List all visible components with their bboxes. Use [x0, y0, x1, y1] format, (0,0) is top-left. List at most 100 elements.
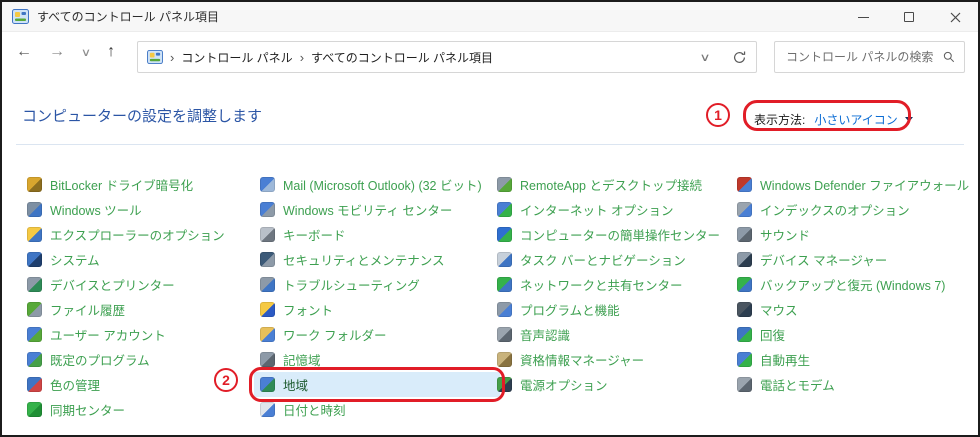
device-manager-icon [737, 252, 752, 267]
close-button[interactable] [932, 2, 978, 32]
item-label: エクスプローラーのオプション [50, 225, 225, 244]
item-label: バックアップと復元 (Windows 7) [760, 275, 945, 294]
items-column-1: BitLocker ドライブ暗号化Windows ツールエクスプローラーのオプシ… [27, 172, 255, 422]
item-label: サウンド [760, 225, 810, 244]
maximize-icon [904, 12, 914, 22]
view-by-control[interactable]: 表示方法: 小さいアイコン [754, 111, 913, 128]
page-title: コンピューターの設定を調整します [22, 105, 262, 126]
refresh-icon[interactable] [732, 50, 747, 65]
control-panel-item-default-programs[interactable]: 既定のプログラム [27, 347, 255, 372]
address-bar[interactable]: › コントロール パネル › すべてのコントロール パネル項目 ∨ [137, 41, 757, 73]
control-panel-item-autoplay[interactable]: 自動再生 [737, 347, 967, 372]
bitlocker-icon [27, 177, 42, 192]
control-panel-item-phone-and-modem[interactable]: 電話とモデム [737, 372, 967, 397]
control-panel-item-ease-of-access[interactable]: コンピューターの簡単操作センター [497, 222, 732, 247]
control-panel-item-backup-and-restore[interactable]: バックアップと復元 (Windows 7) [737, 272, 967, 297]
control-panel-item-programs-and-features[interactable]: プログラムと機能 [497, 297, 732, 322]
items-column-4: Windows Defender ファイアウォールインデックスのオプションサウン… [737, 172, 967, 397]
item-label: Windows モビリティ センター [283, 200, 452, 219]
title-bar: すべてのコントロール パネル項目 [2, 2, 978, 32]
color-management-icon [27, 377, 42, 392]
up-button[interactable]: ↑ [107, 44, 115, 60]
control-panel-item-sync-center[interactable]: 同期センター [27, 397, 255, 422]
user-accounts-icon [27, 327, 42, 342]
control-panel-item-sound[interactable]: サウンド [737, 222, 967, 247]
system-icon [27, 252, 42, 267]
item-label: 資格情報マネージャー [520, 350, 644, 369]
control-panel-item-speech-recognition[interactable]: 音声認識 [497, 322, 732, 347]
item-label: 電源オプション [520, 375, 608, 394]
sound-icon [737, 227, 752, 242]
control-panel-item-remoteapp[interactable]: RemoteApp とデスクトップ接続 [497, 172, 732, 197]
search-input[interactable] [784, 49, 943, 65]
items-column-3: RemoteApp とデスクトップ接続インターネット オプションコンピューターの… [497, 172, 732, 397]
storage-spaces-icon [260, 352, 275, 367]
control-panel-item-network-sharing-center[interactable]: ネットワークと共有センター [497, 272, 732, 297]
region-icon [260, 377, 275, 392]
item-label: 日付と時刻 [283, 400, 346, 419]
address-dropdown-chevron-icon[interactable]: ∨ [699, 51, 710, 64]
item-label: システム [50, 250, 100, 269]
control-panel-item-mobility-center[interactable]: Windows モビリティ センター [260, 197, 492, 222]
control-panel-item-work-folders[interactable]: ワーク フォルダー [260, 322, 492, 347]
breadcrumb-all-items[interactable]: すべてのコントロール パネル項目 [311, 49, 493, 66]
item-label: インターネット オプション [520, 200, 673, 219]
credential-manager-icon [497, 352, 512, 367]
control-panel-item-mail[interactable]: Mail (Microsoft Outlook) (32 ビット) [260, 172, 492, 197]
control-panel-item-color-management[interactable]: 色の管理 [27, 372, 255, 397]
items-column-2: Mail (Microsoft Outlook) (32 ビット) Windows… [260, 172, 492, 422]
mobility-center-icon [260, 202, 275, 217]
control-panel-item-windows-tools[interactable]: Windows ツール [27, 197, 255, 222]
control-panel-item-file-history[interactable]: ファイル履歴 [27, 297, 255, 322]
maximize-button[interactable] [886, 2, 932, 32]
control-panel-item-taskbar-navigation[interactable]: タスク バーとナビゲーション [497, 247, 732, 272]
control-panel-item-user-accounts[interactable]: ユーザー アカウント [27, 322, 255, 347]
mouse-icon [737, 302, 752, 317]
view-by-value[interactable]: 小さいアイコン [814, 111, 897, 128]
control-panel-item-devices-and-printers[interactable]: デバイスとプリンター [27, 272, 255, 297]
search-box[interactable] [774, 41, 965, 73]
control-panel-item-device-manager[interactable]: デバイス マネージャー [737, 247, 967, 272]
breadcrumb-separator: › [170, 50, 174, 65]
control-panel-item-internet-options[interactable]: インターネット オプション [497, 197, 732, 222]
control-panel-item-recovery[interactable]: 回復 [737, 322, 967, 347]
control-panel-item-indexing-options[interactable]: インデックスのオプション [737, 197, 967, 222]
backup-and-restore-icon [737, 277, 752, 292]
control-panel-item-windows-defender-firewall[interactable]: Windows Defender ファイアウォール [737, 172, 967, 197]
windows-defender-firewall-icon [737, 177, 752, 192]
header-divider [16, 144, 964, 145]
control-panel-item-bitlocker[interactable]: BitLocker ドライブ暗号化 [27, 172, 255, 197]
control-panel-item-mouse[interactable]: マウス [737, 297, 967, 322]
control-panel-item-date-and-time[interactable]: 日付と時刻 [260, 397, 492, 422]
recent-locations-chevron-icon[interactable]: ∨ [81, 46, 91, 59]
control-panel-item-file-explorer-options[interactable]: エクスプローラーのオプション [27, 222, 255, 247]
remoteapp-icon [497, 177, 512, 192]
window-title: すべてのコントロール パネル項目 [37, 8, 219, 25]
item-label: ワーク フォルダー [283, 325, 386, 344]
navigation-bar: ← → ∨ ↑ › コントロール パネル › すべてのコントロール パネル項目 … [2, 33, 978, 86]
security-and-maintenance-icon [260, 252, 275, 267]
view-by-dropdown-icon[interactable] [905, 117, 913, 122]
item-label: デバイスとプリンター [50, 275, 175, 294]
breadcrumb-control-panel[interactable]: コントロール パネル [181, 49, 292, 66]
file-explorer-options-icon [27, 227, 42, 242]
item-label: トラブルシューティング [283, 275, 420, 294]
control-panel-item-credential-manager[interactable]: 資格情報マネージャー [497, 347, 732, 372]
control-panel-breadcrumb-icon [147, 50, 163, 64]
control-panel-item-power-options[interactable]: 電源オプション [497, 372, 732, 397]
annotation-step-1: 1 [706, 103, 730, 127]
control-panel-item-keyboard[interactable]: キーボード [260, 222, 492, 247]
control-panel-item-security-and-maintenance[interactable]: セキュリティとメンテナンス [260, 247, 492, 272]
control-panel-item-troubleshooting[interactable]: トラブルシューティング [260, 272, 492, 297]
control-panel-item-storage-spaces[interactable]: 記憶域 [260, 347, 492, 372]
ease-of-access-icon [497, 227, 512, 242]
forward-button[interactable]: → [49, 44, 65, 60]
item-label: コンピューターの簡単操作センター [520, 225, 720, 244]
control-panel-item-fonts[interactable]: フォント [260, 297, 492, 322]
control-panel-item-system[interactable]: システム [27, 247, 255, 272]
item-label: ネットワークと共有センター [520, 275, 683, 294]
back-button[interactable]: ← [16, 44, 32, 60]
control-panel-item-region[interactable]: 地域 [254, 372, 500, 397]
phone-and-modem-icon [737, 377, 752, 392]
minimize-button[interactable] [840, 2, 886, 32]
